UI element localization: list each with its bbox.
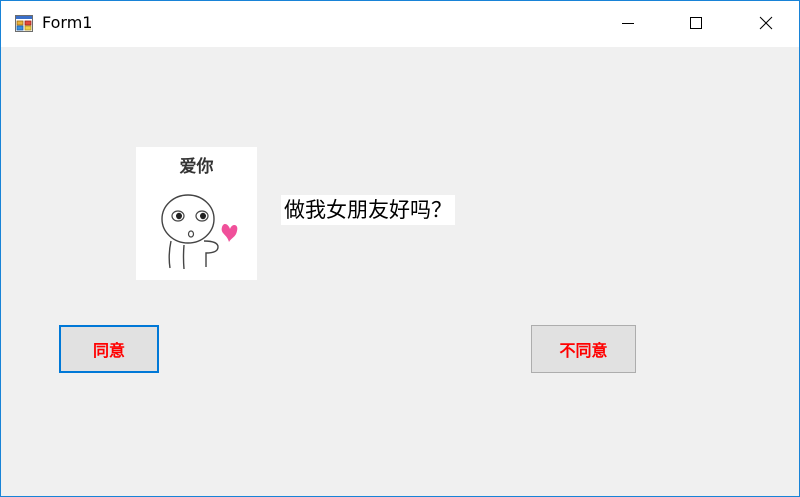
cartoon-heart-sticker-icon [136, 147, 257, 284]
window-title: Form1 [42, 13, 93, 32]
disagree-button[interactable]: 不同意 [531, 325, 636, 373]
close-button[interactable] [743, 1, 789, 47]
agree-button[interactable]: 同意 [59, 325, 159, 373]
title-bar[interactable]: Form1 [1, 1, 799, 47]
form-app-icon [15, 15, 33, 32]
sticker-picture: 爱你 [136, 147, 257, 280]
maximize-button[interactable] [673, 1, 719, 47]
minimize-icon [621, 15, 635, 34]
maximize-icon [689, 15, 703, 34]
minimize-button[interactable] [605, 1, 651, 47]
form1-window: Form1 爱你 做我女朋友好吗？ 同意 不同意 [0, 0, 800, 497]
close-icon [759, 15, 773, 34]
proposal-question-label: 做我女朋友好吗？ [281, 195, 455, 225]
